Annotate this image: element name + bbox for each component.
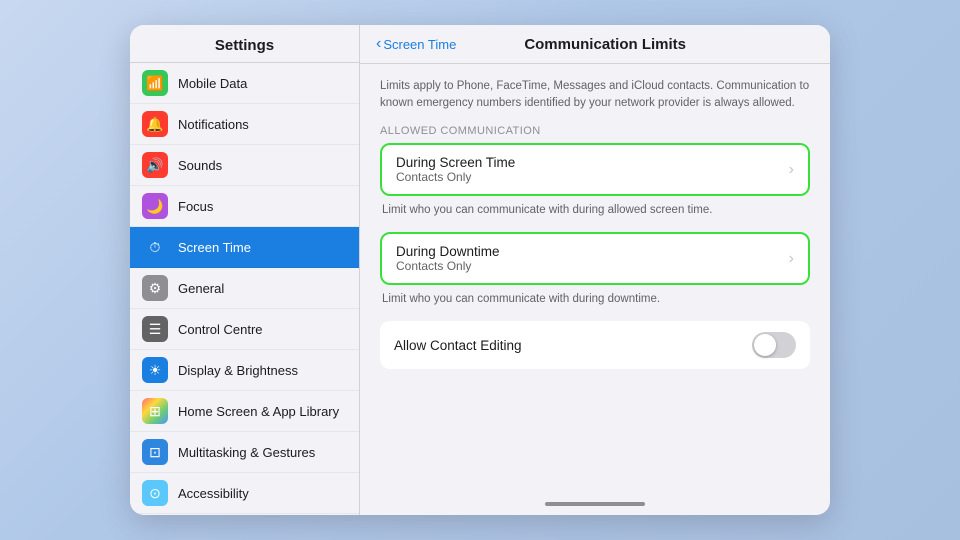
mobile-data-icon: 📶 <box>142 70 168 96</box>
sounds-icon: 🔊 <box>142 152 168 178</box>
sidebar-list: 📶 Mobile Data 🔔 Notifications 🔊 Sounds 🌙 Focus ⏱… <box>130 63 359 515</box>
multitasking-icon: ⊡ <box>142 439 168 465</box>
accessibility-label: Accessibility <box>178 486 249 501</box>
focus-label: Focus <box>178 199 213 214</box>
description-text: Limits apply to Phone, FaceTime, Message… <box>380 78 810 111</box>
sidebar-item-notifications[interactable]: 🔔 Notifications <box>130 104 359 145</box>
toggle-knob <box>754 334 776 356</box>
bottom-bar <box>360 497 830 515</box>
during-downtime-title: During Downtime <box>396 244 789 259</box>
display-brightness-label: Display & Brightness <box>178 363 298 378</box>
page-title: Communication Limits <box>456 36 754 53</box>
chevron-right-icon: › <box>789 161 794 179</box>
during-screen-time-subtitle: Contacts Only <box>396 170 789 184</box>
allow-contact-editing-card: Allow Contact Editing <box>380 321 810 369</box>
sidebar-item-screen-time[interactable]: ⏱ Screen Time <box>130 227 359 268</box>
screen-time-label: Screen Time <box>178 240 251 255</box>
main-content: ‹ Screen Time Communication Limits Limit… <box>360 25 830 515</box>
general-icon: ⚙ <box>142 275 168 301</box>
during-screen-time-row: During Screen Time Contacts Only › <box>382 145 808 194</box>
sidebar-item-display-brightness[interactable]: ☀ Display & Brightness <box>130 350 359 391</box>
home-indicator <box>545 502 645 506</box>
sidebar-item-sounds[interactable]: 🔊 Sounds <box>130 145 359 186</box>
general-label: General <box>178 281 224 296</box>
sidebar-title: Settings <box>130 25 359 63</box>
sidebar-item-focus[interactable]: 🌙 Focus <box>130 186 359 227</box>
sidebar: Settings 📶 Mobile Data 🔔 Notifications 🔊 Soun… <box>130 25 360 515</box>
sidebar-item-control-centre[interactable]: ☰ Control Centre <box>130 309 359 350</box>
allow-contact-editing-row: Allow Contact Editing <box>380 321 810 369</box>
during-screen-time-text: During Screen Time Contacts Only <box>396 155 789 184</box>
downtime-hint: Limit who you can communicate with durin… <box>380 291 810 307</box>
screen-time-hint: Limit who you can communicate with durin… <box>380 202 810 218</box>
sidebar-item-multitasking[interactable]: ⊡ Multitasking & Gestures <box>130 432 359 473</box>
sidebar-item-accessibility[interactable]: ⊙ Accessibility <box>130 473 359 514</box>
sounds-label: Sounds <box>178 158 222 173</box>
sidebar-item-mobile-data[interactable]: 📶 Mobile Data <box>130 63 359 104</box>
home-screen-label: Home Screen & App Library <box>178 404 339 419</box>
notifications-icon: 🔔 <box>142 111 168 137</box>
during-downtime-row: During Downtime Contacts Only › <box>382 234 808 283</box>
main-header: ‹ Screen Time Communication Limits <box>360 25 830 64</box>
chevron-right-icon-2: › <box>789 250 794 268</box>
sidebar-item-home-screen[interactable]: ⊞ Home Screen & App Library <box>130 391 359 432</box>
during-screen-time-title: During Screen Time <box>396 155 789 170</box>
mobile-data-label: Mobile Data <box>178 76 247 91</box>
display-brightness-icon: ☀ <box>142 357 168 383</box>
main-body: Limits apply to Phone, FaceTime, Message… <box>360 64 830 497</box>
accessibility-icon: ⊙ <box>142 480 168 506</box>
during-downtime-text: During Downtime Contacts Only <box>396 244 789 273</box>
allow-contact-editing-toggle[interactable] <box>752 332 796 358</box>
back-label: Screen Time <box>383 37 456 52</box>
section-label: ALLOWED COMMUNICATION <box>380 125 810 137</box>
sidebar-item-wallpaper[interactable]: ✿Wallpaper <box>130 514 359 515</box>
during-screen-time-card[interactable]: During Screen Time Contacts Only › <box>380 143 810 196</box>
settings-window: Settings 📶 Mobile Data 🔔 Notifications 🔊 Soun… <box>130 25 830 515</box>
control-centre-icon: ☰ <box>142 316 168 342</box>
notifications-label: Notifications <box>178 117 249 132</box>
during-downtime-card[interactable]: During Downtime Contacts Only › <box>380 232 810 285</box>
focus-icon: 🌙 <box>142 193 168 219</box>
control-centre-label: Control Centre <box>178 322 263 337</box>
home-screen-icon: ⊞ <box>142 398 168 424</box>
sidebar-item-general[interactable]: ⚙ General <box>130 268 359 309</box>
allow-contact-editing-label: Allow Contact Editing <box>394 338 752 353</box>
screen-time-icon: ⏱ <box>142 234 168 260</box>
back-chevron-icon: ‹ <box>376 35 381 53</box>
multitasking-label: Multitasking & Gestures <box>178 445 315 460</box>
during-downtime-subtitle: Contacts Only <box>396 259 789 273</box>
back-button[interactable]: ‹ Screen Time <box>376 35 456 53</box>
